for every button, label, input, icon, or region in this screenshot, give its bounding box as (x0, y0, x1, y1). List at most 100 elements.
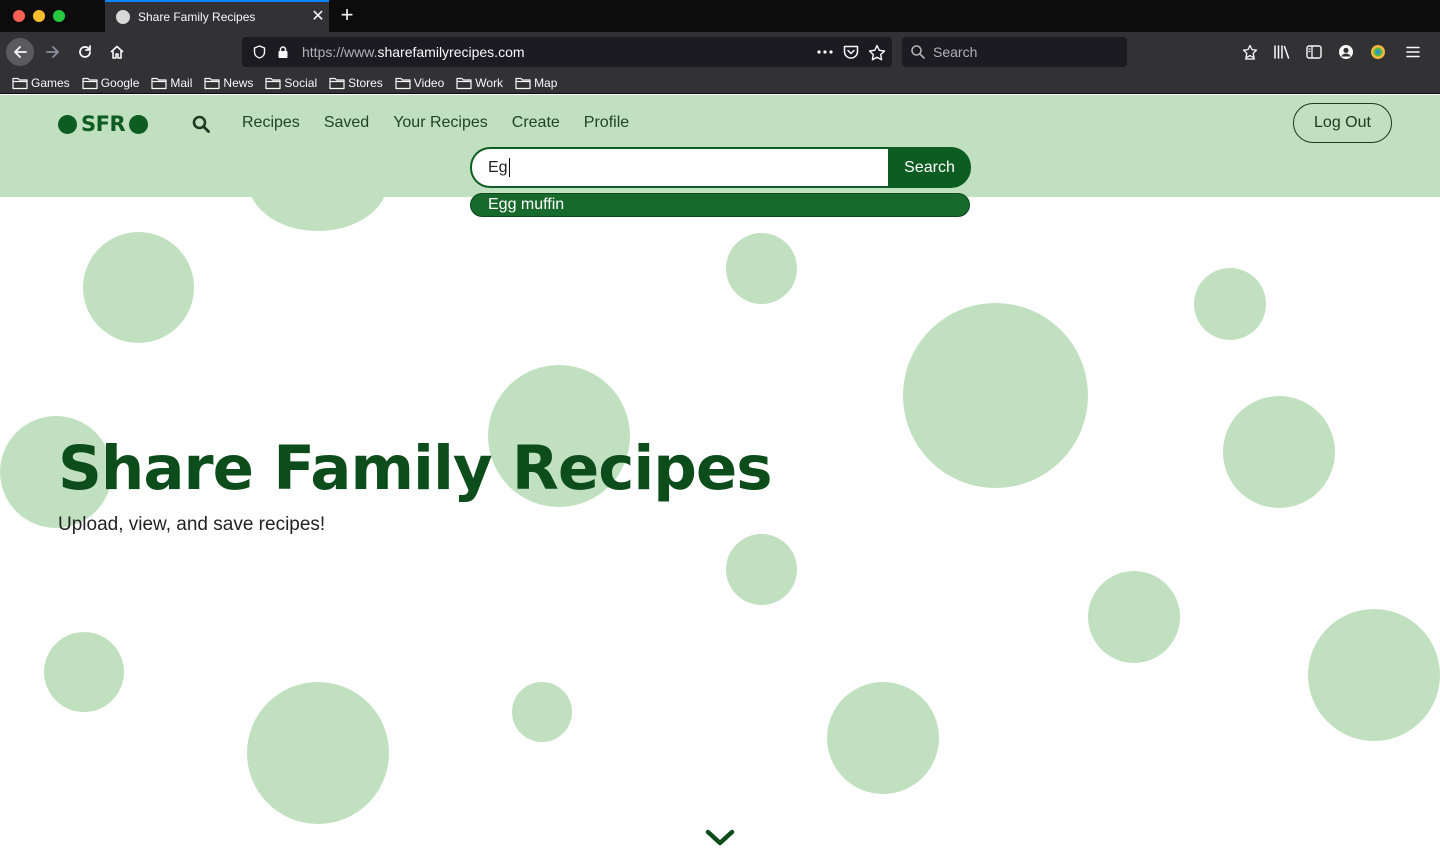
main-nav: Recipes Saved Your Recipes Create Profil… (242, 112, 629, 134)
recipe-search-form: Eg Search (470, 147, 971, 188)
lock-icon[interactable] (272, 45, 294, 59)
bookmark-folder[interactable]: Mail (151, 76, 192, 90)
home-icon (110, 45, 124, 59)
sidebar-icon[interactable] (1298, 38, 1330, 66)
bookmark-label: Video (413, 75, 445, 90)
web-page: SFR Recipes Saved Your Recipes Create Pr… (0, 95, 1440, 864)
bookmark-label: Games (31, 75, 70, 90)
site-search-toggle[interactable] (189, 112, 213, 136)
search-button[interactable]: Search (888, 147, 971, 188)
log-out-button[interactable]: Log Out (1293, 103, 1392, 143)
home-button[interactable] (103, 38, 131, 66)
bookmarks-toolbar: Games Google Mail News Social Stores Vid… (0, 72, 1440, 94)
bookmark-label: Mail (170, 75, 193, 90)
folder-icon (456, 77, 472, 89)
back-button[interactable] (6, 38, 34, 66)
bookmark-label: Social (284, 75, 318, 90)
tab-title: Share Family Recipes (138, 10, 256, 24)
bookmark-label: News (223, 75, 254, 90)
site-header: SFR Recipes Saved Your Recipes Create Pr… (0, 95, 1440, 197)
hero-subtitle: Upload, view, and save recipes! (58, 514, 326, 535)
pocket-icon[interactable] (842, 44, 860, 60)
search-suggestion[interactable]: Egg muffin (470, 193, 970, 217)
decorative-bubble (44, 632, 124, 712)
decorative-bubble (726, 233, 797, 304)
extension-color-icon[interactable] (1362, 38, 1394, 66)
logo-dot-right (129, 114, 149, 134)
close-window-button[interactable] (13, 10, 25, 22)
nav-recipes[interactable]: Recipes (242, 112, 300, 134)
decorative-bubble (1223, 396, 1335, 508)
page-actions-icon[interactable] (816, 44, 834, 60)
decorative-bubble (247, 682, 389, 824)
minimize-window-button[interactable] (33, 10, 45, 22)
folder-icon (204, 77, 221, 89)
bookmark-folder[interactable]: Stores (329, 76, 383, 90)
browser-toolbar: https://www.sharefamilyrecipes.com Searc… (0, 32, 1440, 72)
reload-button[interactable] (71, 38, 99, 66)
search-input-value: Eg (488, 158, 508, 176)
browser-search-placeholder: Search (933, 44, 978, 60)
bookmark-folder[interactable]: Work (456, 76, 503, 90)
new-tab-button[interactable]: + (336, 3, 358, 27)
bookmark-folder[interactable]: Social (265, 76, 317, 90)
folder-icon (265, 77, 282, 89)
logo-dot-left (58, 114, 77, 134)
scroll-down-button[interactable] (705, 826, 735, 850)
folder-icon (515, 77, 531, 89)
bookmark-folder[interactable]: News (204, 76, 253, 90)
forward-button[interactable] (39, 38, 67, 66)
bookmark-label: Work (475, 75, 504, 90)
site-logo[interactable]: SFR (58, 112, 149, 136)
arrow-left-icon (14, 46, 27, 58)
decorative-bubble (726, 534, 797, 605)
decorative-bubble (512, 682, 572, 742)
nav-create[interactable]: Create (512, 112, 560, 134)
nav-profile[interactable]: Profile (584, 112, 629, 134)
url-text[interactable]: https://www.sharefamilyrecipes.com (302, 44, 525, 60)
folder-icon (82, 77, 98, 89)
folder-icon (395, 77, 411, 89)
bookmark-folder[interactable]: Google (82, 75, 140, 90)
folder-icon (151, 77, 167, 89)
tracking-shield-icon[interactable] (246, 45, 272, 59)
search-icon (192, 115, 210, 133)
reload-icon (79, 45, 91, 58)
browser-tab-active[interactable]: Share Family Recipes ✕ (105, 0, 329, 32)
bookmark-folder[interactable]: Video (395, 76, 444, 90)
url-bar[interactable]: https://www.sharefamilyrecipes.com (242, 37, 892, 67)
hero-title: Share Family Recipes (58, 433, 773, 504)
nav-your-recipes[interactable]: Your Recipes (393, 112, 488, 134)
bookmark-label: Map (534, 75, 558, 90)
tab-close-icon[interactable]: ✕ (307, 9, 329, 25)
decorative-bubble (1088, 571, 1180, 663)
globe-icon (116, 10, 130, 24)
window-titlebar: Share Family Recipes ✕ + (0, 0, 1440, 32)
decorative-bubble (903, 303, 1088, 488)
url-domain: sharefamilyrecipes.com (377, 44, 525, 60)
decorative-bubble (1194, 268, 1266, 340)
folder-icon (12, 77, 28, 89)
url-prefix: https://www. (302, 44, 378, 60)
bookmark-label: Google (100, 75, 140, 90)
folder-icon (329, 77, 345, 89)
account-icon[interactable] (1330, 38, 1362, 66)
bookmark-label: Stores (348, 75, 383, 90)
recipe-search-input[interactable]: Eg (470, 147, 890, 188)
decorative-bubble (83, 232, 194, 343)
browser-search-bar[interactable]: Search (902, 37, 1127, 67)
logo-text: SFR (81, 112, 126, 136)
text-caret (508, 158, 510, 177)
search-icon (911, 45, 925, 59)
maximize-window-button[interactable] (53, 10, 65, 22)
bookmark-folder[interactable]: Map (515, 76, 557, 90)
decorative-bubble (1308, 609, 1440, 741)
nav-saved[interactable]: Saved (324, 112, 369, 134)
decorative-bubble (827, 682, 939, 794)
library-icon[interactable] (1266, 38, 1298, 66)
menu-hamburger-icon[interactable] (1394, 38, 1432, 66)
chevron-down-icon (705, 829, 735, 846)
extensions-star-icon[interactable] (1234, 38, 1266, 66)
bookmark-star-icon[interactable] (868, 44, 886, 61)
bookmark-folder[interactable]: Games (12, 76, 70, 90)
